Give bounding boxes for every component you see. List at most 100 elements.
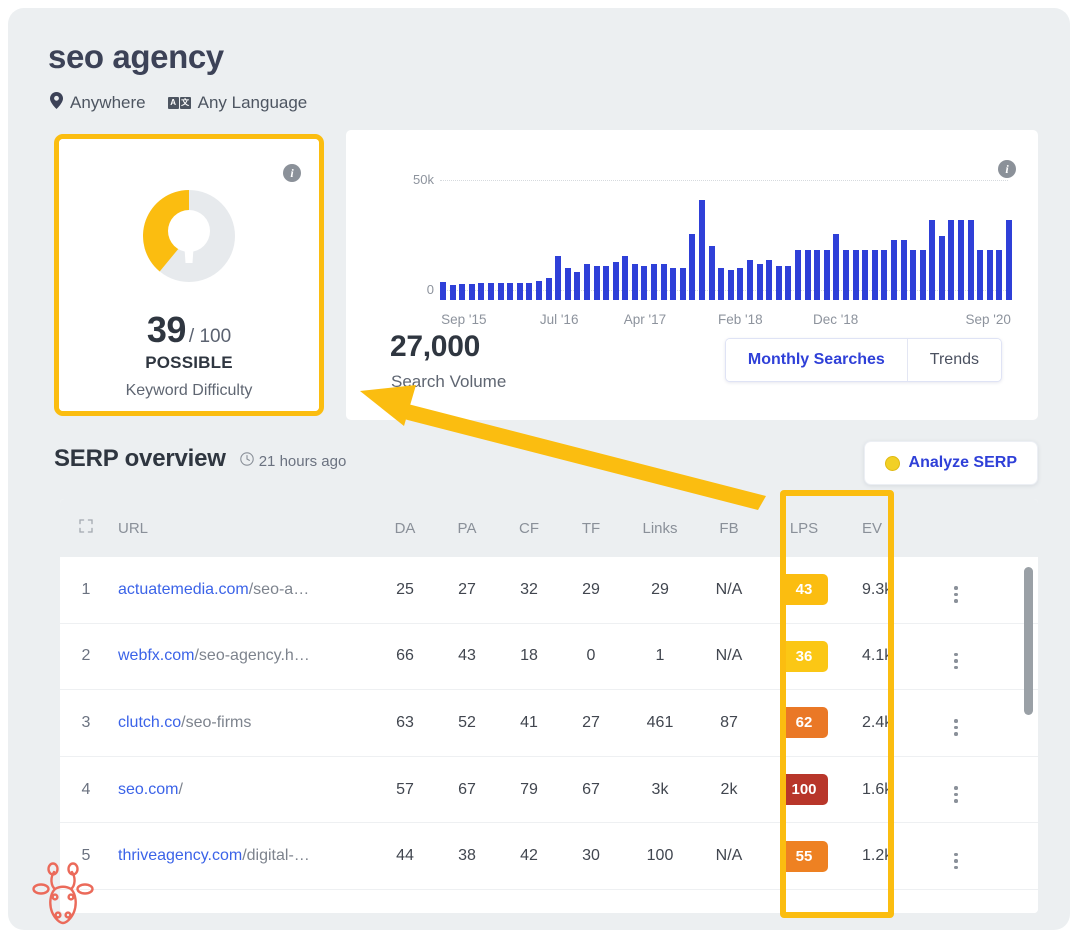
bar[interactable] xyxy=(660,264,667,300)
bar[interactable] xyxy=(555,256,562,300)
table-scrollbar[interactable] xyxy=(1024,567,1033,715)
bar[interactable] xyxy=(775,266,782,300)
bar[interactable] xyxy=(1006,220,1013,300)
bar[interactable] xyxy=(814,250,821,300)
bar[interactable] xyxy=(967,220,974,300)
bar[interactable] xyxy=(526,283,533,300)
bar[interactable] xyxy=(977,250,984,300)
lps-badge: 62 xyxy=(780,707,828,739)
bar[interactable] xyxy=(545,278,552,300)
bar[interactable] xyxy=(948,220,955,300)
bar[interactable] xyxy=(747,260,753,300)
expand-icon[interactable] xyxy=(60,519,112,537)
bar[interactable] xyxy=(679,268,686,300)
bar[interactable] xyxy=(689,234,696,300)
bar[interactable] xyxy=(804,250,811,300)
bar[interactable] xyxy=(737,268,744,300)
bar[interactable] xyxy=(785,266,792,300)
language-meta[interactable]: A文 Any Language xyxy=(167,93,307,113)
info-icon[interactable]: i xyxy=(283,164,301,182)
tab-monthly-searches[interactable]: Monthly Searches xyxy=(725,339,908,381)
column-header-ev[interactable]: EV xyxy=(848,520,928,537)
table-row[interactable]: 2 webfx.com/seo-agency.h… 66 43 18 0 1 N/A 36 4.1… xyxy=(60,624,1038,691)
bar[interactable] xyxy=(766,260,773,300)
bar[interactable] xyxy=(996,250,1003,300)
cell-da: 25 xyxy=(396,580,414,598)
row-url[interactable]: webfx.com/seo-agency.h… xyxy=(112,647,374,665)
bar[interactable] xyxy=(823,250,830,300)
analyze-serp-button[interactable]: Analyze SERP xyxy=(863,441,1038,485)
bar[interactable] xyxy=(564,268,571,300)
url-path: /seo-a… xyxy=(248,580,310,598)
bar[interactable] xyxy=(938,236,945,300)
bar[interactable] xyxy=(794,250,801,300)
bar[interactable] xyxy=(718,268,725,300)
column-header-da[interactable]: DA xyxy=(374,520,436,537)
bar[interactable] xyxy=(881,250,888,300)
bar[interactable] xyxy=(497,283,504,300)
bar[interactable] xyxy=(612,262,619,300)
bar[interactable] xyxy=(842,250,849,300)
column-header-url[interactable]: URL xyxy=(112,520,374,537)
column-header-tf[interactable]: TF xyxy=(560,520,622,537)
bar[interactable] xyxy=(583,264,590,300)
bar[interactable] xyxy=(862,250,869,300)
table-row[interactable]: 1 actuatemedia.com/seo-a… 25 27 32 29 29 N/A 43 9… xyxy=(60,557,1038,624)
bar[interactable] xyxy=(919,250,926,300)
bar[interactable] xyxy=(651,264,658,300)
kebab-menu-icon[interactable] xyxy=(954,852,958,870)
bar[interactable] xyxy=(440,282,446,300)
bar[interactable] xyxy=(986,250,993,300)
bar[interactable] xyxy=(516,283,523,300)
row-url[interactable]: seo.com/ xyxy=(112,781,374,799)
bar[interactable] xyxy=(631,264,638,300)
column-header-links[interactable]: Links xyxy=(622,520,698,537)
column-header-fb[interactable]: FB xyxy=(698,520,760,537)
table-row[interactable]: 3 clutch.co/seo-firms 63 52 41 27 461 87 62 2.4k xyxy=(60,690,1038,757)
bar[interactable] xyxy=(468,284,475,300)
table-row[interactable]: 5 thriveagency.com/digital-… 44 38 42 30 100 N/… xyxy=(60,823,1038,890)
tab-trends[interactable]: Trends xyxy=(907,339,1001,381)
bar[interactable] xyxy=(593,266,600,300)
bar[interactable] xyxy=(833,234,840,300)
bar[interactable] xyxy=(910,250,917,300)
bar[interactable] xyxy=(708,246,715,300)
kebab-menu-icon[interactable] xyxy=(954,719,958,736)
bar[interactable] xyxy=(871,250,878,300)
cell-pa: 27 xyxy=(458,580,476,598)
column-header-pa[interactable]: PA xyxy=(436,520,498,537)
bar[interactable] xyxy=(670,268,677,300)
bar[interactable] xyxy=(487,283,494,300)
bar[interactable] xyxy=(890,240,897,300)
kebab-menu-icon[interactable] xyxy=(954,586,958,603)
keyword-difficulty-donut xyxy=(124,171,254,301)
bar[interactable] xyxy=(507,283,514,300)
bar[interactable] xyxy=(900,240,907,300)
kebab-menu-icon[interactable] xyxy=(954,652,958,670)
column-header-lps[interactable]: LPS xyxy=(760,520,848,537)
cell-da: 63 xyxy=(396,713,414,731)
row-url[interactable]: clutch.co/seo-firms xyxy=(112,714,374,732)
bar[interactable] xyxy=(641,266,648,300)
bar[interactable] xyxy=(449,285,456,300)
bar[interactable] xyxy=(603,266,610,300)
kebab-menu-icon[interactable] xyxy=(954,786,958,803)
bar[interactable] xyxy=(727,270,734,300)
bar[interactable] xyxy=(699,200,706,300)
location-meta[interactable]: Anywhere xyxy=(50,92,146,114)
bar[interactable] xyxy=(574,272,581,300)
bar[interactable] xyxy=(929,220,936,300)
keyword-difficulty-card[interactable]: i 39/ 100 POSSIBLE Keyword Difficulty xyxy=(54,134,324,416)
bar[interactable] xyxy=(478,283,485,300)
bar[interactable] xyxy=(535,281,542,300)
cell-cf: 18 xyxy=(520,647,538,665)
column-header-cf[interactable]: CF xyxy=(498,520,560,537)
row-url[interactable]: thriveagency.com/digital-… xyxy=(112,847,374,865)
row-url[interactable]: actuatemedia.com/seo-a… xyxy=(112,581,374,599)
bar[interactable] xyxy=(756,264,763,300)
bar[interactable] xyxy=(852,250,859,300)
bar[interactable] xyxy=(459,284,466,300)
bar[interactable] xyxy=(622,256,629,300)
bar[interactable] xyxy=(958,220,965,300)
table-row[interactable]: 4 seo.com/57 67 79 67 3k 2k 100 1.6k xyxy=(60,757,1038,824)
